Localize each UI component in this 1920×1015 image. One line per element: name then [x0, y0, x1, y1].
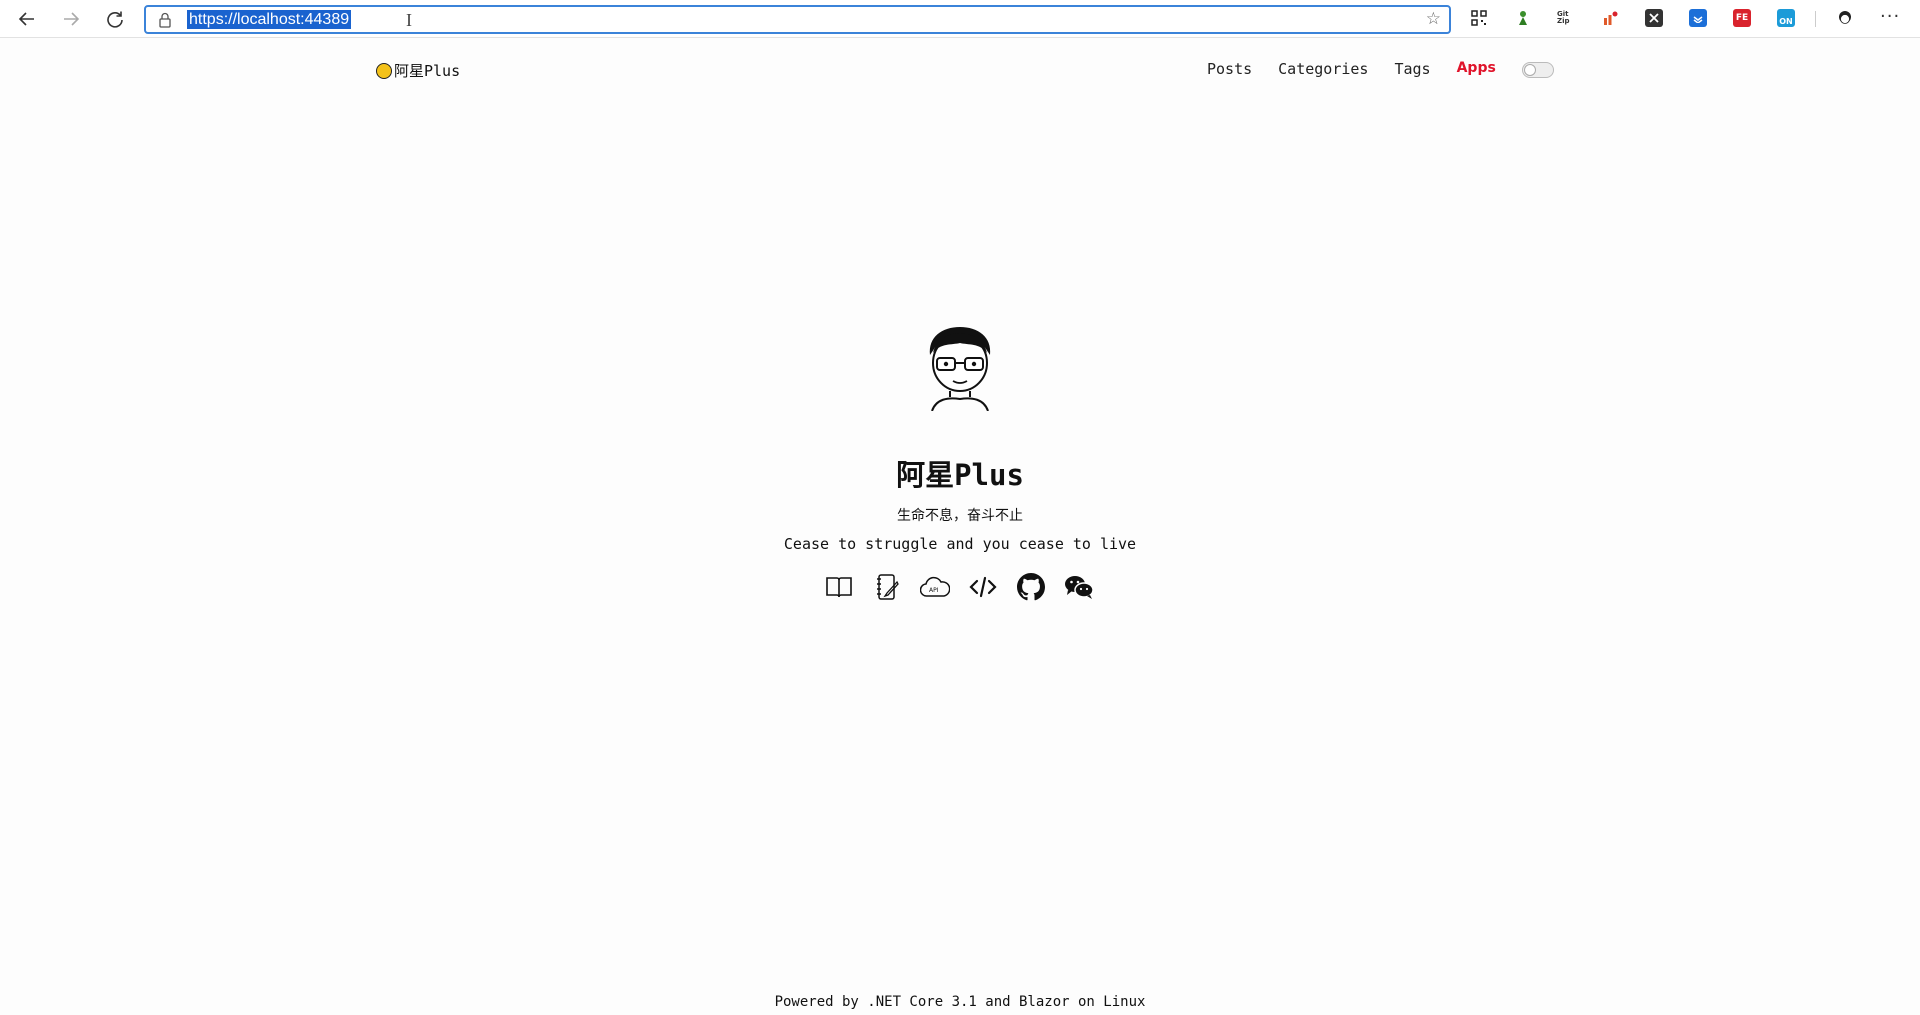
page-title: 阿星Plus: [896, 458, 1024, 492]
book-icon[interactable]: [824, 572, 854, 602]
github-icon[interactable]: [1016, 572, 1046, 602]
notebook-icon[interactable]: [872, 572, 902, 602]
nav-categories[interactable]: Categories: [1278, 60, 1368, 78]
more-menu-icon[interactable]: ···: [1880, 6, 1900, 27]
url-text[interactable]: https://localhost:44389: [187, 10, 352, 29]
brand-link[interactable]: 阿星Plus: [376, 60, 460, 81]
leaf-extension-icon[interactable]: [1514, 9, 1532, 27]
wechat-icon[interactable]: [1064, 572, 1094, 602]
motto-text: 生命不息，奋斗不止: [897, 508, 1023, 524]
brand-name: 阿星Plus: [394, 62, 461, 80]
browser-toolbar: https://localhost:44389 I ☆ Git Zip FE O…: [0, 0, 1920, 38]
favorite-star-icon[interactable]: ☆: [1426, 9, 1441, 29]
footer-text: Powered by .NET Core 3.1 and Blazor on L…: [774, 994, 1146, 1010]
refresh-icon[interactable]: [98, 4, 132, 34]
qr-code-icon[interactable]: [1470, 9, 1488, 27]
on-label: ON: [1779, 17, 1793, 26]
main-nav: Posts Categories Tags Apps: [1207, 60, 1522, 78]
address-bar[interactable]: https://localhost:44389 I ☆: [144, 5, 1451, 34]
on-extension-icon[interactable]: ON: [1777, 9, 1795, 27]
text-cursor-icon: I: [406, 10, 412, 30]
lock-icon: [158, 12, 172, 32]
nav-posts[interactable]: Posts: [1207, 60, 1252, 78]
chart-extension-icon[interactable]: [1601, 9, 1619, 27]
profile-avatar-icon[interactable]: [1836, 9, 1854, 27]
cloud-api-icon[interactable]: API: [920, 572, 950, 602]
blue-extension-icon[interactable]: [1689, 9, 1707, 27]
nav-tags[interactable]: Tags: [1394, 60, 1430, 78]
back-arrow-icon[interactable]: [10, 4, 44, 34]
fe-label: FE: [1735, 12, 1749, 23]
toggle-knob: [1524, 64, 1536, 76]
forward-arrow-icon[interactable]: [54, 4, 88, 34]
x-extension-icon[interactable]: [1645, 9, 1663, 27]
author-avatar: [924, 325, 996, 412]
quote-text: Cease to struggle and you cease to live: [783, 535, 1137, 553]
fe-extension-icon[interactable]: FE: [1733, 9, 1751, 27]
nav-apps[interactable]: Apps: [1457, 60, 1496, 78]
gitzip-label: Git Zip: [1557, 10, 1570, 25]
theme-toggle[interactable]: [1522, 62, 1554, 78]
site-header: 阿星Plus Posts Categories Tags Apps: [0, 38, 1920, 103]
svg-text:API: API: [929, 587, 939, 594]
toolbar-separator: [1815, 11, 1816, 27]
code-icon[interactable]: [968, 572, 998, 602]
gitzip-extension-icon[interactable]: Git Zip: [1557, 9, 1575, 27]
brand-logo-icon: [376, 62, 392, 79]
app-links: API: [824, 572, 1094, 602]
